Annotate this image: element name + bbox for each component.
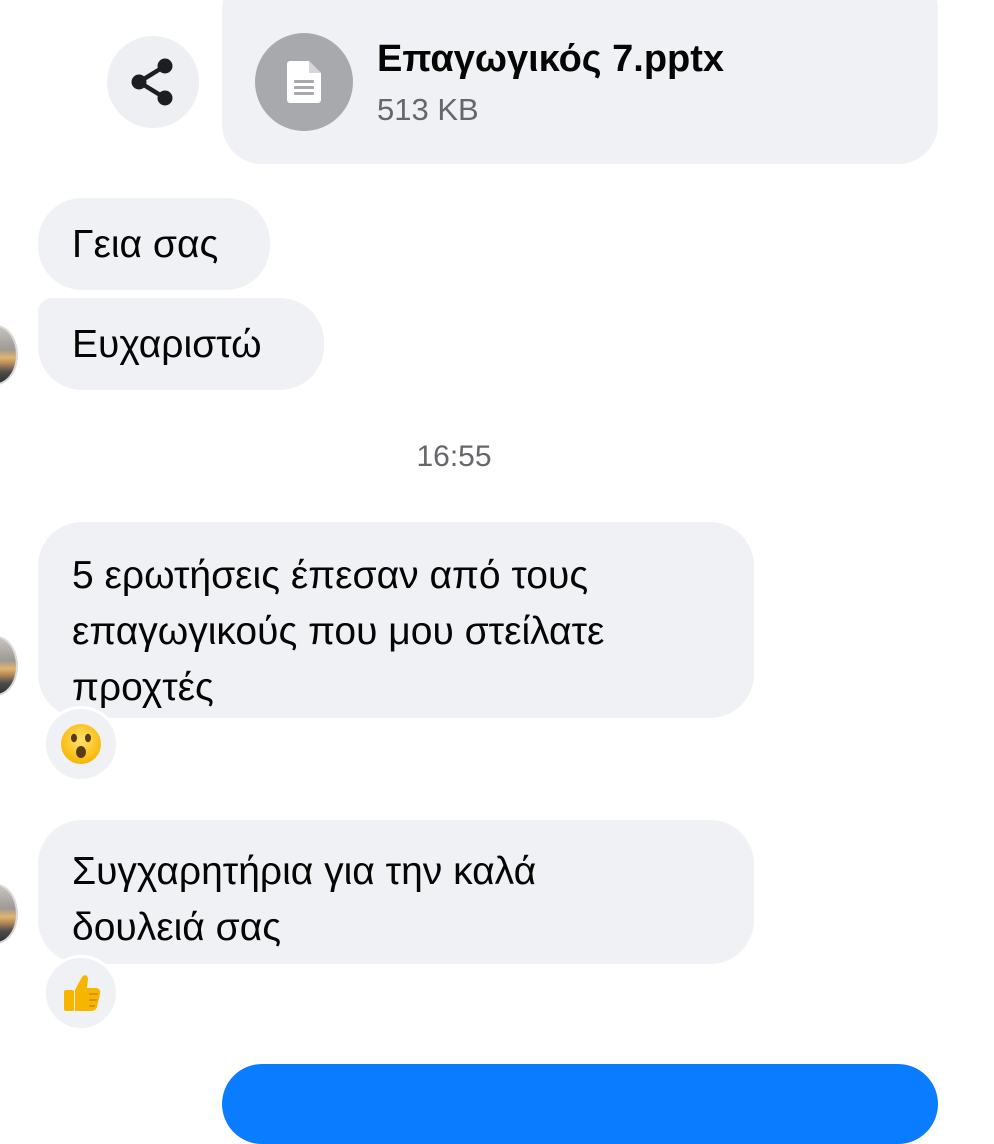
thumbs-up-icon — [64, 975, 101, 1011]
message-bubble[interactable]: 5 ερωτήσεις έπεσαν από τους επαγωγικούς … — [38, 522, 754, 718]
sent-message-bubble[interactable] — [222, 1064, 938, 1144]
file-size: 513 KB — [377, 92, 479, 127]
message-bubble[interactable]: Γεια σας — [38, 198, 270, 290]
message-bubble[interactable]: Συγχαρητήρια για την καλά δουλειά σας — [38, 820, 754, 964]
share-icon — [131, 58, 173, 106]
message-text: Γεια σας — [72, 223, 219, 266]
message-text-line: 5 ερωτήσεις έπεσαν από τους — [72, 554, 589, 597]
message-bubble[interactable]: Ευχαριστώ — [38, 298, 324, 390]
avatar[interactable] — [0, 325, 18, 385]
message-text-line: επαγωγικούς που μου στείλατε — [72, 610, 605, 653]
file-icon-circle — [255, 33, 353, 131]
message-text: Ευχαριστώ — [72, 323, 262, 366]
message-text-line: δουλειά σας — [72, 906, 282, 949]
file-name: Επαγωγικός 7.pptx — [377, 38, 725, 80]
timestamp: 16:55 — [416, 440, 492, 473]
avatar[interactable] — [0, 636, 18, 696]
avatar[interactable] — [0, 884, 18, 944]
message-text-line: Συγχαρητήρια για την καλά — [72, 850, 537, 893]
reaction-badge[interactable] — [43, 955, 119, 1031]
message-text-line: προχτές — [72, 666, 214, 709]
document-icon — [287, 61, 321, 103]
share-button[interactable] — [107, 36, 199, 128]
surprised-face-icon — [61, 724, 101, 764]
reaction-badge[interactable] — [43, 706, 119, 782]
